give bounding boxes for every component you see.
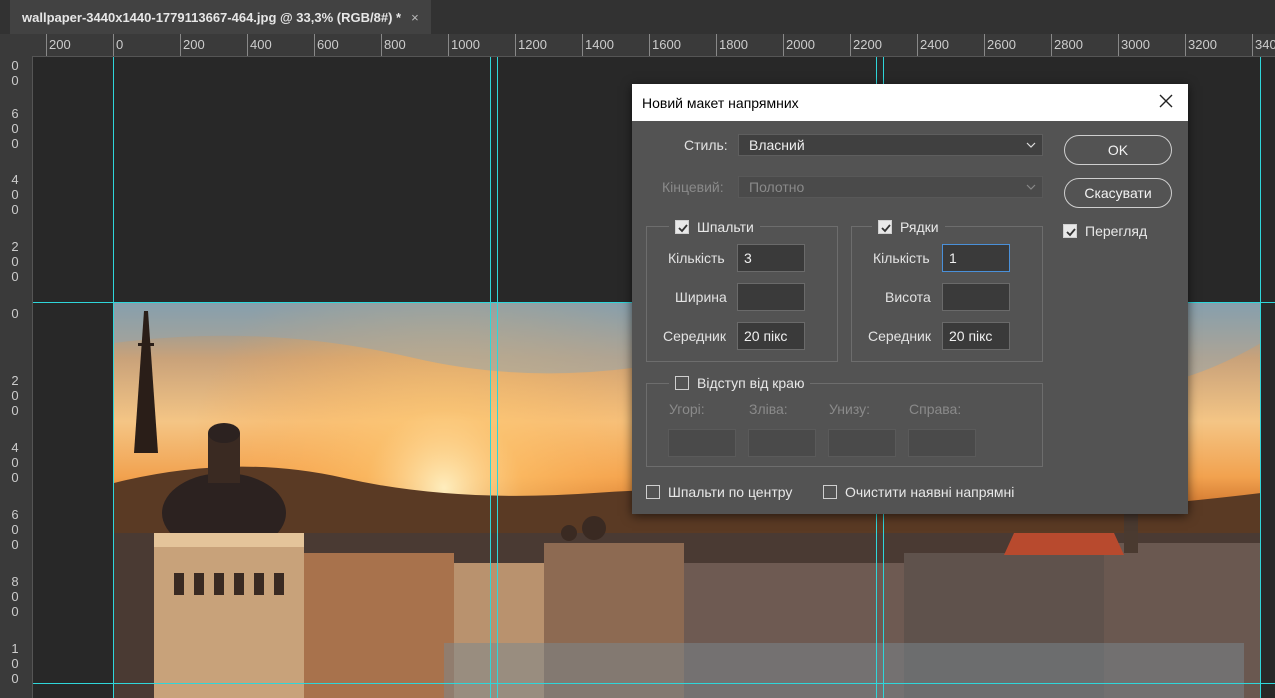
target-select-value: Полотно <box>749 179 805 195</box>
preview-checkbox-row[interactable]: Перегляд <box>1063 223 1147 239</box>
ruler-v-label: 200 <box>11 373 19 418</box>
rows-checkbox[interactable] <box>878 220 892 234</box>
rows-legend[interactable]: Рядки <box>872 219 945 235</box>
guide-vertical[interactable] <box>113 57 114 698</box>
rows-label: Рядки <box>900 219 939 235</box>
margin-checkbox[interactable] <box>675 376 689 390</box>
ruler-corner[interactable] <box>0 34 32 57</box>
margin-right-input[interactable] <box>908 429 976 457</box>
ruler-h-label: 1600 <box>649 34 681 56</box>
ruler-h-label: 1800 <box>716 34 748 56</box>
ruler-h-label: 800 <box>381 34 406 56</box>
margin-bottom-input[interactable] <box>828 429 896 457</box>
ruler-v-label: 600 <box>11 106 19 151</box>
target-label: Кінцевий: <box>662 179 724 195</box>
ruler-h-label: 3200 <box>1185 34 1217 56</box>
rows-gutter-input[interactable]: 20 пікс <box>942 322 1010 350</box>
columns-label: Шпальти <box>697 219 754 235</box>
center-columns-label: Шпальти по центру <box>668 484 793 500</box>
clear-guides-checkbox[interactable] <box>823 485 837 499</box>
columns-gutter-input[interactable]: 20 пікс <box>737 322 805 350</box>
preview-label: Перегляд <box>1085 223 1148 239</box>
margin-left-input[interactable] <box>748 429 816 457</box>
ok-button[interactable]: OK <box>1064 135 1172 165</box>
ruler-h-label: 2000 <box>783 34 815 56</box>
columns-width-input[interactable] <box>737 283 805 311</box>
ruler-h-label: 2200 <box>850 34 882 56</box>
rows-number-label: Кількість <box>873 250 930 266</box>
ruler-h-label: 1200 <box>515 34 547 56</box>
center-columns-row[interactable]: Шпальти по центру <box>646 484 792 500</box>
margin-top-label: Угорі: <box>669 401 705 417</box>
columns-checkbox[interactable] <box>675 220 689 234</box>
checkmark-icon <box>1066 228 1076 237</box>
ruler-v-label: 800 <box>11 574 19 619</box>
center-columns-checkbox[interactable] <box>646 485 660 499</box>
tab-close-icon[interactable]: × <box>411 10 419 25</box>
columns-number-input[interactable]: 3 <box>737 244 805 272</box>
close-icon[interactable] <box>1158 93 1174 109</box>
clear-guides-row[interactable]: Очистити наявні напрямні <box>823 484 1014 500</box>
ruler-v-label: 0 <box>11 306 19 321</box>
ruler-h-label: 340 <box>1252 34 1275 56</box>
rows-number-input[interactable]: 1 <box>942 244 1010 272</box>
columns-number-label: Кількість <box>668 250 725 266</box>
margin-left-label: Зліва: <box>749 401 788 417</box>
guide-vertical[interactable] <box>497 57 498 698</box>
ruler-h-label: 2600 <box>984 34 1016 56</box>
rows-height-label: Висота <box>885 289 931 305</box>
horizontal-ruler[interactable]: 200 0 200 400 600 800 1000 1200 1400 1600 1800 2000… <box>32 34 1275 57</box>
document-tab-title: wallpaper-3440x1440-1779113667-464.jpg @… <box>22 9 402 25</box>
document-tab-bar: wallpaper-3440x1440-1779113667-464.jpg @… <box>0 0 1275 34</box>
guide-vertical[interactable] <box>1260 57 1261 698</box>
ruler-v-label: 400 <box>11 440 19 485</box>
ruler-h-label: 1400 <box>582 34 614 56</box>
new-guide-layout-dialog: Новий макет напрямних Стиль: Власний Кін… <box>632 84 1188 514</box>
ruler-h-label: 200 <box>180 34 205 56</box>
rows-height-input[interactable] <box>942 283 1010 311</box>
chevron-down-icon <box>1026 184 1036 190</box>
ruler-h-label: 1000 <box>448 34 480 56</box>
margin-bottom-label: Унизу: <box>829 401 870 417</box>
ruler-v-label: 600 <box>11 507 19 552</box>
target-select[interactable]: Полотно <box>738 176 1043 198</box>
guide-horizontal[interactable] <box>33 683 1275 684</box>
chevron-down-icon <box>1026 142 1036 148</box>
style-label: Стиль: <box>684 137 728 153</box>
preview-checkbox[interactable] <box>1063 224 1077 238</box>
ruler-h-label: 2800 <box>1051 34 1083 56</box>
columns-legend[interactable]: Шпальти <box>669 219 760 235</box>
style-select-value: Власний <box>749 137 805 153</box>
ruler-h-label: 2400 <box>917 34 949 56</box>
margin-label: Відступ від краю <box>697 375 805 391</box>
margin-top-input[interactable] <box>668 429 736 457</box>
ruler-h-label: 3000 <box>1118 34 1150 56</box>
ruler-h-label: 0 <box>112 34 124 56</box>
ruler-v-label: 100 <box>11 641 19 686</box>
ruler-h-label: 600 <box>314 34 339 56</box>
columns-gutter-label: Середник <box>663 328 727 344</box>
clear-guides-label: Очистити наявні напрямні <box>845 484 1015 500</box>
columns-width-label: Ширина <box>675 289 727 305</box>
vertical-ruler[interactable]: 00 600 400 200 0 200 400 600 800 100 <box>0 56 33 698</box>
document-tab[interactable]: wallpaper-3440x1440-1779113667-464.jpg @… <box>10 0 431 34</box>
rows-gutter-label: Середник <box>868 328 932 344</box>
dialog-title-bar[interactable]: Новий макет напрямних <box>632 84 1188 121</box>
ruler-h-label: 200 <box>46 34 71 56</box>
ruler-v-label: 400 <box>11 172 19 217</box>
checkmark-icon <box>678 224 688 233</box>
checkmark-icon <box>881 224 891 233</box>
ruler-h-label: 400 <box>247 34 272 56</box>
guide-vertical[interactable] <box>490 57 491 698</box>
ruler-v-label: 200 <box>11 239 19 284</box>
margin-right-label: Справа: <box>909 401 962 417</box>
ruler-v-label: 00 <box>11 58 19 88</box>
margin-legend[interactable]: Відступ від краю <box>669 375 811 391</box>
style-select[interactable]: Власний <box>738 134 1043 156</box>
cancel-button[interactable]: Скасувати <box>1064 178 1172 208</box>
dialog-title: Новий макет напрямних <box>642 94 799 111</box>
